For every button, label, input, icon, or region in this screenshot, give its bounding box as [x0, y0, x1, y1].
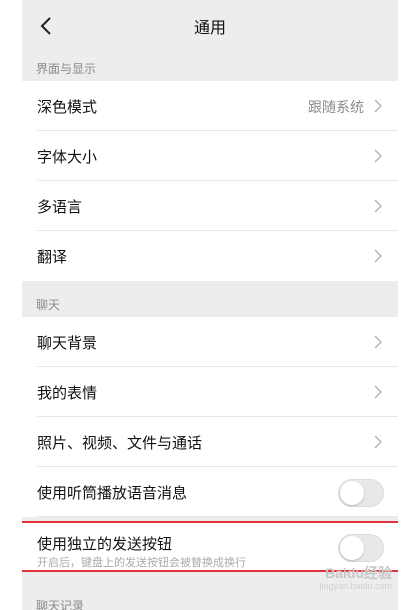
chevron-right-icon	[374, 149, 382, 163]
page-title: 通用	[193, 18, 226, 37]
setting-label: 照片、视频、文件与通话	[37, 434, 203, 452]
setting-label: 使用听筒播放语音消息	[37, 484, 188, 502]
section-header-display: 界面与显示	[36, 61, 97, 76]
settings-screen: 通用 界面与显示 深色模式 跟随系统 字体大小 多语言 翻译 聊天 聊天背景 我…	[22, 0, 398, 610]
nav-bar: 通用	[22, 0, 398, 53]
setting-row-font-size[interactable]: 字体大小	[22, 131, 398, 181]
setting-value: 跟随系统	[308, 100, 364, 116]
chevron-right-icon	[374, 385, 382, 399]
section-header-chat: 聊天	[36, 297, 61, 312]
watermark: Baidu经验 jingyan.baidu.com	[302, 563, 392, 591]
toggle-knob	[340, 481, 364, 505]
setting-label: 深色模式	[37, 98, 98, 116]
setting-row-chat-background[interactable]: 聊天背景	[22, 317, 398, 367]
divider	[37, 516, 398, 517]
setting-row-dark-mode[interactable]: 深色模式 跟随系统	[22, 81, 398, 131]
section-header-history: 聊天记录	[36, 598, 85, 610]
chevron-right-icon	[374, 435, 382, 449]
setting-label: 字体大小	[37, 148, 98, 166]
setting-row-earpiece: 使用听筒播放语音消息	[22, 467, 398, 517]
setting-row-stickers[interactable]: 我的表情	[22, 367, 398, 417]
setting-label: 聊天背景	[37, 334, 98, 352]
setting-label: 翻译	[37, 248, 68, 266]
setting-label: 我的表情	[37, 384, 98, 402]
setting-description: 开启后，键盘上的发送按钮会被替换成换行	[37, 556, 246, 569]
setting-label: 使用独立的发送按钮	[37, 535, 173, 553]
watermark-brand: Baidu经验	[325, 565, 392, 581]
chevron-right-icon	[374, 99, 382, 113]
send-button-toggle[interactable]	[338, 534, 384, 562]
earpiece-toggle[interactable]	[338, 479, 384, 507]
setting-row-media[interactable]: 照片、视频、文件与通话	[22, 417, 398, 467]
chevron-right-icon	[374, 249, 382, 263]
watermark-url: jingyan.baidu.com	[319, 581, 392, 591]
chevron-right-icon	[374, 335, 382, 349]
setting-row-translate[interactable]: 翻译	[22, 231, 398, 281]
setting-label: 多语言	[37, 198, 83, 216]
toggle-knob	[340, 536, 364, 560]
chevron-right-icon	[374, 199, 382, 213]
setting-row-language[interactable]: 多语言	[22, 181, 398, 231]
